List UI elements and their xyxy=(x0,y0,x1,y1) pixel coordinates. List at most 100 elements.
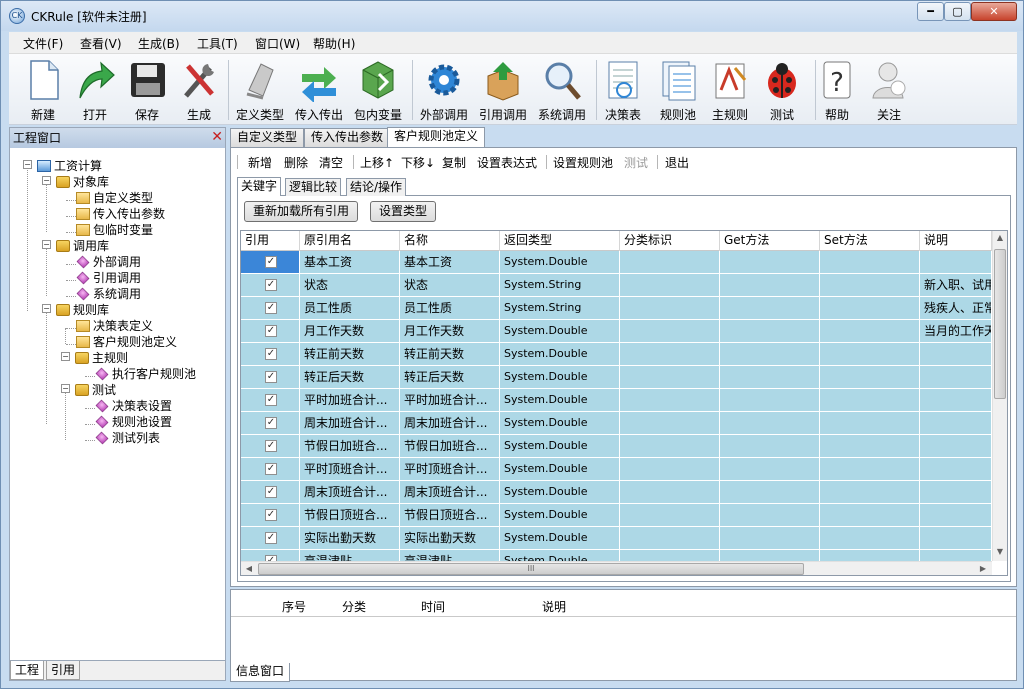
vertical-scrollbar[interactable]: ▲ ▼ xyxy=(992,231,1007,561)
grid-cell[interactable] xyxy=(620,274,720,297)
grid-cell[interactable]: System.String xyxy=(500,274,620,297)
toolbar-package-var-button[interactable]: 包内变量 xyxy=(351,56,405,122)
column-header[interactable]: 说明 xyxy=(920,231,992,251)
grid-cell[interactable]: System.String xyxy=(500,297,620,320)
reference-checkbox[interactable]: ✓ xyxy=(265,532,277,544)
grid-cell[interactable]: System.Double xyxy=(500,504,620,527)
tree-node-test[interactable]: 测试 xyxy=(75,382,116,398)
tree-collapse-toggle[interactable]: − xyxy=(42,240,51,249)
column-header[interactable]: 名称 xyxy=(400,231,500,251)
grid-cell[interactable] xyxy=(920,343,992,366)
grid-cell[interactable]: 周末加班合计... xyxy=(400,412,500,435)
tab-conclusion[interactable]: 结论/操作 xyxy=(346,178,407,196)
grid-cell[interactable] xyxy=(820,527,920,550)
grid-cell[interactable]: System.Double xyxy=(500,412,620,435)
tree-collapse-toggle[interactable]: − xyxy=(61,352,70,361)
grid-cell[interactable]: 周末加班合计... xyxy=(300,412,400,435)
tree-node-main-rule[interactable]: 主规则 xyxy=(75,350,128,366)
grid-cell[interactable]: 状态 xyxy=(300,274,400,297)
table-row[interactable]: ✓ 周末加班合计... 周末加班合计... System.Double xyxy=(241,412,992,435)
grid-cell[interactable]: 周末顶班合计... xyxy=(300,481,400,504)
grid-cell[interactable]: 月工作天数 xyxy=(300,320,400,343)
table-row[interactable]: ✓ 转正前天数 转正前天数 System.Double xyxy=(241,343,992,366)
grid-cell[interactable] xyxy=(820,504,920,527)
tree-node-test-list[interactable]: 测试列表 xyxy=(95,430,160,446)
toolbar-define-type-button[interactable]: 定义类型 xyxy=(233,56,287,122)
tab-project[interactable]: 工程 xyxy=(10,661,45,680)
toolbar-ref-call-button[interactable]: 引用调用 xyxy=(476,56,530,122)
grid-cell[interactable] xyxy=(820,320,920,343)
grid-cell[interactable] xyxy=(820,274,920,297)
tree-collapse-toggle[interactable]: − xyxy=(23,160,32,169)
grid-cell[interactable] xyxy=(920,389,992,412)
scroll-down-icon[interactable]: ▼ xyxy=(993,547,1007,556)
tree-node-object-lib[interactable]: 对象库 xyxy=(56,174,109,190)
grid-cell[interactable]: 节假日加班合... xyxy=(400,435,500,458)
grid-cell[interactable] xyxy=(920,458,992,481)
tree-node-decision-settings[interactable]: 决策表设置 xyxy=(95,398,172,414)
grid-cell[interactable] xyxy=(720,320,820,343)
grid-cell[interactable] xyxy=(720,343,820,366)
grid-cell[interactable] xyxy=(820,297,920,320)
scroll-right-icon[interactable]: ▶ xyxy=(976,564,990,573)
toolbar-decision-table-button[interactable]: 决策表 xyxy=(596,56,650,122)
close-panel-icon[interactable]: ✕ xyxy=(211,129,223,145)
grid-cell[interactable] xyxy=(620,389,720,412)
grid-cell[interactable]: 转正前天数 xyxy=(300,343,400,366)
grid-cell[interactable] xyxy=(720,366,820,389)
reference-checkbox[interactable]: ✓ xyxy=(265,463,277,475)
grid-cell[interactable] xyxy=(620,435,720,458)
table-row[interactable]: ✓ 节假日加班合... 节假日加班合... System.Double xyxy=(241,435,992,458)
toolbar-external-call-button[interactable]: 外部调用 xyxy=(417,56,471,122)
toolbar-save-button[interactable]: 保存 xyxy=(120,56,174,122)
grid-cell[interactable]: System.Double xyxy=(500,389,620,412)
vertical-scroll-thumb[interactable] xyxy=(994,249,1006,399)
column-header[interactable]: 分类标识 xyxy=(620,231,720,251)
menu-help[interactable]: 帮助(H) xyxy=(313,35,355,52)
grid-cell[interactable]: 节假日顶班合... xyxy=(400,504,500,527)
toolbar-help-button[interactable]: ? 帮助 xyxy=(810,56,864,122)
tree-root-node[interactable]: 工资计算 xyxy=(37,158,102,174)
grid-cell[interactable] xyxy=(620,527,720,550)
tree-collapse-toggle[interactable]: − xyxy=(61,384,70,393)
grid-cell[interactable] xyxy=(720,274,820,297)
toolbar-open-button[interactable]: 打开 xyxy=(68,56,122,122)
grid-cell[interactable] xyxy=(620,504,720,527)
grid-cell[interactable] xyxy=(620,481,720,504)
column-header[interactable]: 原引用名 xyxy=(300,231,400,251)
reference-checkbox[interactable]: ✓ xyxy=(265,279,277,291)
menu-file[interactable]: 文件(F) xyxy=(23,35,63,52)
toolbar-build-button[interactable]: 生成 xyxy=(172,56,226,122)
scroll-up-icon[interactable]: ▲ xyxy=(993,233,1007,242)
table-row[interactable]: ✓ 节假日顶班合... 节假日顶班合... System.Double xyxy=(241,504,992,527)
grid-cell[interactable] xyxy=(820,343,920,366)
column-header[interactable]: 引用 xyxy=(241,231,300,251)
move-down-button[interactable]: 下移↓ xyxy=(401,154,435,171)
tree-node-decision-table-def[interactable]: 决策表定义 xyxy=(76,318,153,334)
tree-node-external-call[interactable]: 外部调用 xyxy=(76,254,141,270)
grid-cell[interactable]: 周末顶班合计... xyxy=(400,481,500,504)
toolbar-transfer-button[interactable]: 传入传出 xyxy=(292,56,346,122)
grid-cell[interactable] xyxy=(820,435,920,458)
grid-cell[interactable] xyxy=(720,504,820,527)
grid-cell[interactable]: 平时加班合计... xyxy=(400,389,500,412)
copy-button[interactable]: 复制 xyxy=(442,154,466,171)
grid-cell[interactable]: 节假日加班合... xyxy=(300,435,400,458)
grid-cell[interactable] xyxy=(720,481,820,504)
grid-cell[interactable] xyxy=(620,412,720,435)
grid-cell[interactable] xyxy=(820,481,920,504)
grid-cell[interactable] xyxy=(820,412,920,435)
reference-checkbox[interactable]: ✓ xyxy=(265,417,277,429)
grid-cell[interactable]: 月工作天数 xyxy=(400,320,500,343)
delete-button[interactable]: 删除 xyxy=(284,154,308,171)
tree-node-temp-vars[interactable]: 包临时变量 xyxy=(76,222,153,238)
tree-node-call-lib[interactable]: 调用库 xyxy=(56,238,109,254)
grid-cell[interactable] xyxy=(920,481,992,504)
grid-cell[interactable]: 员工性质 xyxy=(300,297,400,320)
grid-cell[interactable]: System.Double xyxy=(500,343,620,366)
toolbar-rule-pool-button[interactable]: 规则池 xyxy=(651,56,705,122)
grid-cell[interactable] xyxy=(620,458,720,481)
scroll-left-icon[interactable]: ◀ xyxy=(242,564,256,573)
grid-cell[interactable]: 转正后天数 xyxy=(400,366,500,389)
grid-cell[interactable]: System.Double xyxy=(500,435,620,458)
